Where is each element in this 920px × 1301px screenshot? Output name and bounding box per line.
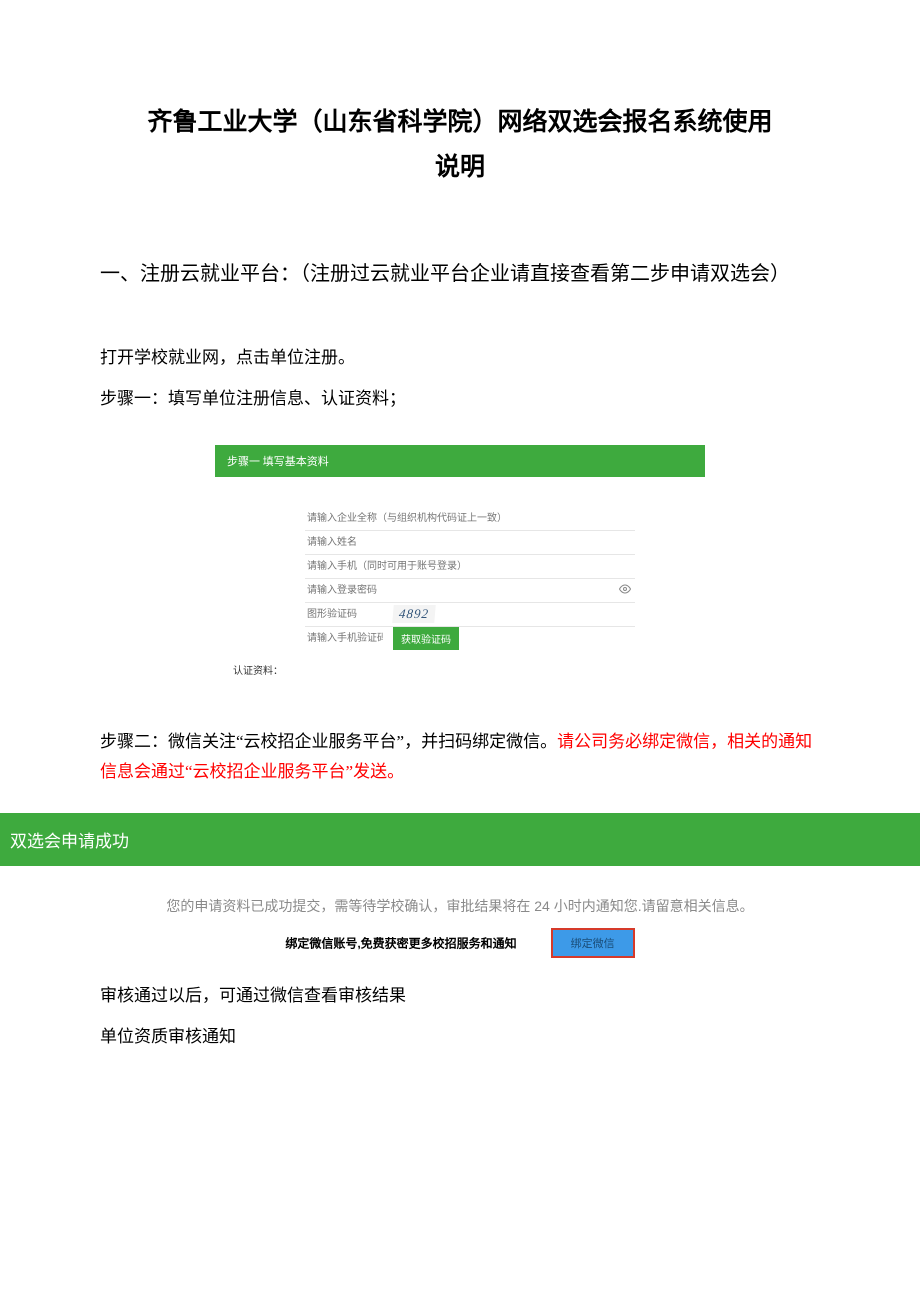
success-message: 您的申请资料已成功提交，需等待学校确认，审批结果将在 24 小时内通知您.请留意…: [100, 896, 820, 916]
bind-wechat-label: 绑定微信账号,免费获密更多校招服务和通知: [285, 936, 516, 950]
step-2-text: 步骤二：微信关注“云校招企业服务平台”，并扫码绑定微信。请公司务必绑定微信，相关…: [100, 727, 820, 788]
section-1-heading: 一、注册云就业平台：（注册过云就业平台企业请直接查看第二步申请双选会）: [100, 250, 820, 298]
after-approval-line-1: 审核通过以后，可通过微信查看审核结果: [100, 976, 820, 1017]
registration-form-figure: 步骤一 填写基本资料 4892 获取验证码 认证资料：: [215, 445, 705, 677]
title-line-2: 说明: [435, 154, 485, 181]
bind-wechat-button[interactable]: 绑定微信: [551, 928, 635, 958]
contact-name-input[interactable]: [305, 531, 635, 555]
captcha-row: 4892: [305, 603, 635, 627]
company-name-input[interactable]: [305, 507, 635, 531]
auth-material-label: 认证资料：: [215, 658, 705, 677]
password-row: [305, 579, 635, 603]
intro-line-1: 打开学校就业网，点击单位注册。: [100, 338, 820, 379]
get-code-button[interactable]: 获取验证码: [393, 627, 459, 650]
bind-wechat-row: 绑定微信账号,免费获密更多校招服务和通知 绑定微信: [100, 928, 820, 958]
sms-code-input[interactable]: [305, 627, 385, 650]
form-step-header: 步骤一 填写基本资料: [215, 445, 705, 477]
password-input[interactable]: [305, 579, 615, 602]
phone-input[interactable]: [305, 555, 635, 579]
step-2-prefix: 步骤二：微信关注“云校招企业服务平台”，并扫码绑定微信。: [100, 732, 557, 751]
document-page: 齐鲁工业大学（山东省科学院）网络双选会报名系统使用 说明 一、注册云就业平台：（…: [0, 0, 920, 1117]
success-banner: 双选会申请成功: [0, 813, 920, 866]
captcha-input[interactable]: [305, 603, 385, 626]
form-body: 4892 获取验证码: [215, 477, 705, 658]
captcha-image[interactable]: 4892: [392, 605, 436, 623]
after-approval-line-2: 单位资质审核通知: [100, 1017, 820, 1058]
title-line-1: 齐鲁工业大学（山东省科学院）网络双选会报名系统使用: [147, 109, 772, 136]
page-title: 齐鲁工业大学（山东省科学院）网络双选会报名系统使用 说明: [100, 100, 820, 190]
eye-icon[interactable]: [615, 583, 635, 598]
intro-line-2: 步骤一：填写单位注册信息、认证资料；: [100, 379, 820, 420]
sms-row: 获取验证码: [305, 627, 635, 650]
